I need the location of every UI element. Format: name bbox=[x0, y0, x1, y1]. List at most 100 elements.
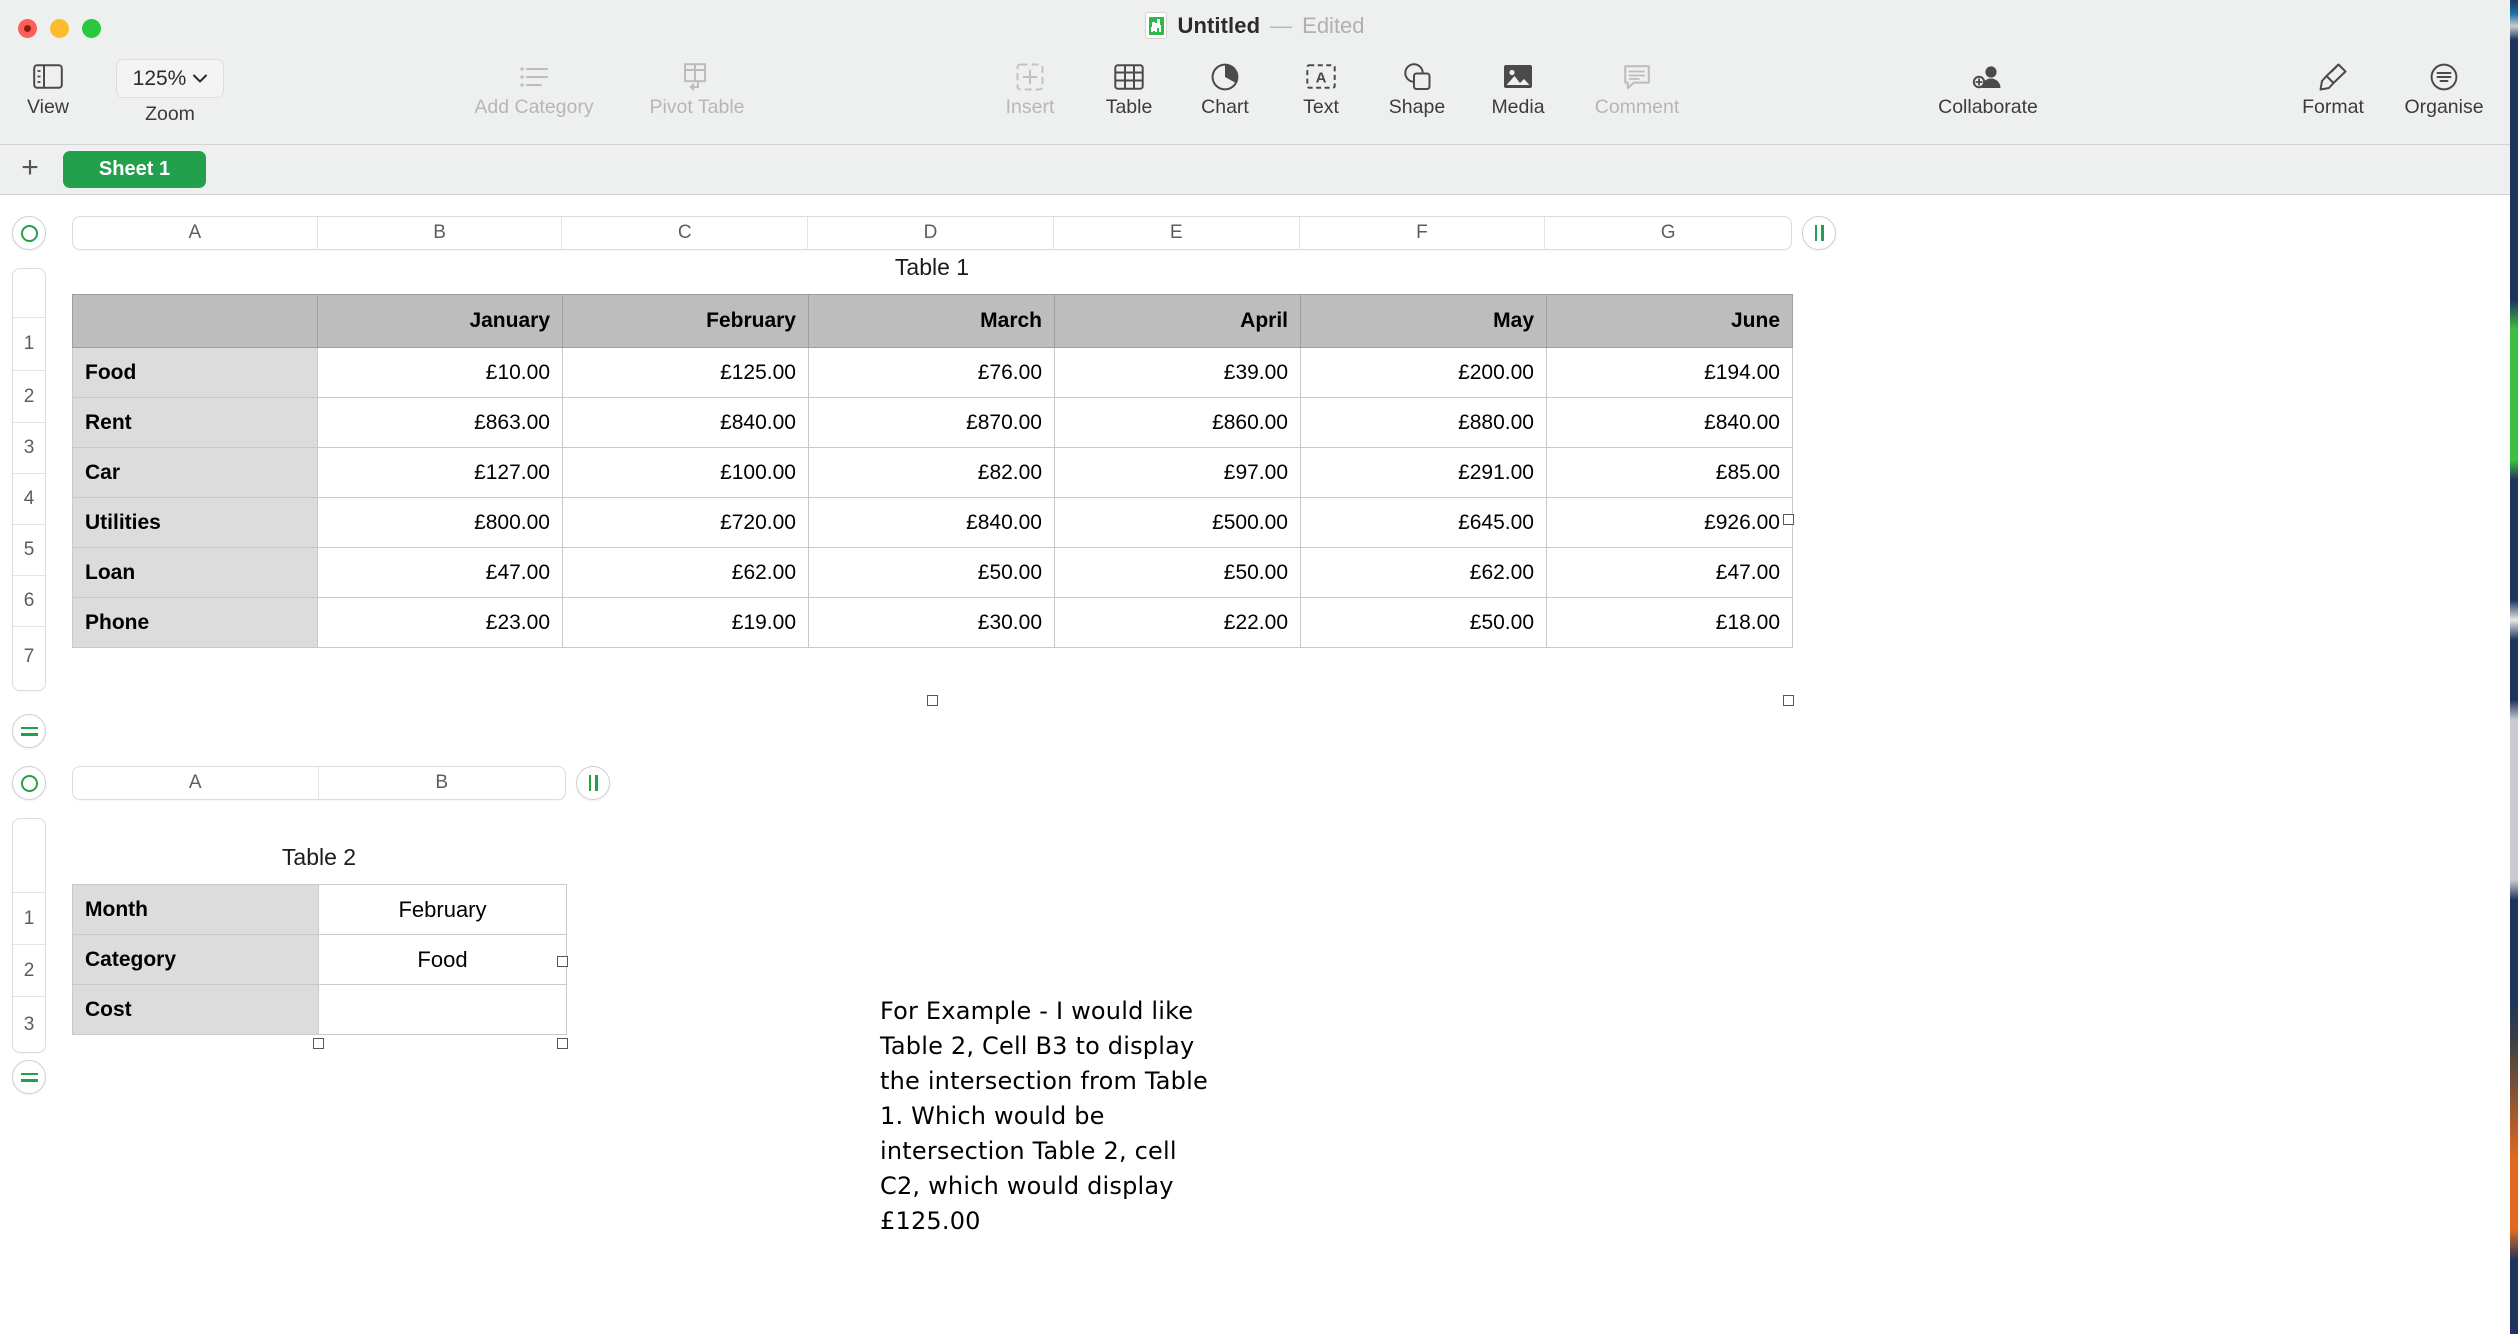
zoom-select[interactable]: 125% bbox=[116, 59, 224, 98]
table2-cell-b1[interactable]: February bbox=[318, 884, 567, 935]
table1-cell-b5[interactable]: £800.00 bbox=[317, 497, 563, 548]
table1-header-row[interactable]: January February March April May June bbox=[72, 294, 1793, 348]
table1-cell-d5[interactable]: £840.00 bbox=[808, 497, 1055, 548]
table1-title[interactable]: Table 1 bbox=[72, 254, 1792, 281]
table2-resize-handle-right[interactable] bbox=[557, 956, 568, 967]
table1-cell-b4[interactable]: £127.00 bbox=[317, 447, 563, 498]
table1-cell-f6[interactable]: £62.00 bbox=[1300, 547, 1547, 598]
table2[interactable]: Month February Category Food Cost bbox=[72, 884, 567, 1035]
row-header-4[interactable]: 4 bbox=[13, 474, 45, 525]
table1-cell-g4[interactable]: £85.00 bbox=[1546, 447, 1793, 498]
table2-cell-b2[interactable]: Food bbox=[318, 934, 567, 985]
row-header-7[interactable]: 7 bbox=[13, 627, 45, 687]
table1-cell-d7[interactable]: £30.00 bbox=[808, 597, 1055, 648]
table1-cell-e7[interactable]: £22.00 bbox=[1054, 597, 1301, 648]
table1-cell-e1[interactable]: April bbox=[1054, 294, 1301, 348]
table1-cell-g3[interactable]: £840.00 bbox=[1546, 397, 1793, 448]
table2-select-all-button[interactable] bbox=[12, 766, 46, 800]
table1-cell-a4[interactable]: Car bbox=[72, 447, 318, 498]
table2-column-header-a[interactable]: A bbox=[73, 767, 319, 799]
column-header-e[interactable]: E bbox=[1054, 217, 1300, 249]
table1-column-headers[interactable]: A B C D E F G bbox=[72, 216, 1792, 250]
table1-cell-d2[interactable]: £76.00 bbox=[808, 347, 1055, 398]
annotation-text-box[interactable]: For Example - I would like Table 2, Cell… bbox=[880, 994, 1210, 1239]
toolbar-view-button[interactable]: View bbox=[0, 56, 113, 118]
table-row[interactable]: Food £10.00 £125.00 £76.00 £39.00 £200.0… bbox=[72, 347, 1793, 398]
table1-row-headers[interactable]: 1 2 3 4 5 6 7 bbox=[12, 268, 46, 691]
table1-cell-d1[interactable]: March bbox=[808, 294, 1055, 348]
table1-cell-g6[interactable]: £47.00 bbox=[1546, 547, 1793, 598]
table-row[interactable]: Car £127.00 £100.00 £82.00 £97.00 £291.0… bbox=[72, 447, 1793, 498]
table1-cell-e3[interactable]: £860.00 bbox=[1054, 397, 1301, 448]
table2-row-header-2[interactable]: 2 bbox=[13, 945, 45, 997]
document-title[interactable]: Untitled — Edited bbox=[0, 12, 2510, 39]
table1-cell-a2[interactable]: Food bbox=[72, 347, 318, 398]
table2-cell-b3[interactable] bbox=[318, 984, 567, 1035]
table1-select-all-button[interactable] bbox=[12, 216, 46, 250]
table2-row-header-blank[interactable] bbox=[13, 819, 45, 893]
row-header-3[interactable]: 3 bbox=[13, 423, 45, 474]
table2-cell-a3[interactable]: Cost bbox=[72, 984, 319, 1035]
table1-cell-a1[interactable] bbox=[72, 294, 318, 348]
table-row[interactable]: Loan £47.00 £62.00 £50.00 £50.00 £62.00 … bbox=[72, 547, 1793, 598]
column-header-f[interactable]: F bbox=[1300, 217, 1546, 249]
table1-cell-e4[interactable]: £97.00 bbox=[1054, 447, 1301, 498]
table1-cell-a5[interactable]: Utilities bbox=[72, 497, 318, 548]
table1-add-column-button[interactable] bbox=[1802, 216, 1836, 250]
table2-column-headers[interactable]: A B bbox=[72, 766, 566, 800]
table1-cell-a6[interactable]: Loan bbox=[72, 547, 318, 598]
table1[interactable]: January February March April May June Fo… bbox=[72, 294, 1793, 648]
table2-add-row-button[interactable] bbox=[12, 1060, 46, 1094]
row-header-blank[interactable] bbox=[13, 269, 45, 318]
table2-cell-a1[interactable]: Month bbox=[72, 884, 319, 935]
table1-cell-e2[interactable]: £39.00 bbox=[1054, 347, 1301, 398]
table1-cell-b1[interactable]: January bbox=[317, 294, 563, 348]
table1-cell-g7[interactable]: £18.00 bbox=[1546, 597, 1793, 648]
table2-column-header-b[interactable]: B bbox=[319, 767, 566, 799]
table2-title[interactable]: Table 2 bbox=[72, 844, 566, 871]
column-header-d[interactable]: D bbox=[808, 217, 1054, 249]
row-header-5[interactable]: 5 bbox=[13, 525, 45, 576]
table1-add-row-button[interactable] bbox=[12, 714, 46, 748]
table2-resize-handle-bottom[interactable] bbox=[313, 1038, 324, 1049]
table1-cell-f5[interactable]: £645.00 bbox=[1300, 497, 1547, 548]
table-row[interactable]: Utilities £800.00 £720.00 £840.00 £500.0… bbox=[72, 497, 1793, 548]
row-header-1[interactable]: 1 bbox=[13, 318, 45, 371]
table2-row-header-3[interactable]: 3 bbox=[13, 997, 45, 1052]
table-row[interactable]: Category Food bbox=[72, 934, 567, 985]
table1-cell-b2[interactable]: £10.00 bbox=[317, 347, 563, 398]
table-row[interactable]: Rent £863.00 £840.00 £870.00 £860.00 £88… bbox=[72, 397, 1793, 448]
table1-cell-g2[interactable]: £194.00 bbox=[1546, 347, 1793, 398]
toolbar-organise-button[interactable]: Organise bbox=[2379, 56, 2509, 118]
table1-cell-g1[interactable]: June bbox=[1546, 294, 1793, 348]
table1-cell-g5[interactable]: £926.00 bbox=[1546, 497, 1793, 548]
table2-resize-handle-corner[interactable] bbox=[557, 1038, 568, 1049]
table1-resize-handle-corner[interactable] bbox=[1783, 695, 1794, 706]
table1-cell-d6[interactable]: £50.00 bbox=[808, 547, 1055, 598]
column-header-a[interactable]: A bbox=[73, 217, 318, 249]
table1-cell-f7[interactable]: £50.00 bbox=[1300, 597, 1547, 648]
column-header-c[interactable]: C bbox=[562, 217, 809, 249]
table1-cell-e6[interactable]: £50.00 bbox=[1054, 547, 1301, 598]
table1-cell-c3[interactable]: £840.00 bbox=[562, 397, 809, 448]
table1-cell-c7[interactable]: £19.00 bbox=[562, 597, 809, 648]
table1-cell-c1[interactable]: February bbox=[562, 294, 809, 348]
table2-row-headers[interactable]: 1 2 3 bbox=[12, 818, 46, 1053]
table1-cell-a3[interactable]: Rent bbox=[72, 397, 318, 448]
table-row[interactable]: Cost bbox=[72, 984, 567, 1035]
table1-cell-a7[interactable]: Phone bbox=[72, 597, 318, 648]
table1-cell-b7[interactable]: £23.00 bbox=[317, 597, 563, 648]
table1-cell-c2[interactable]: £125.00 bbox=[562, 347, 809, 398]
table1-cell-d3[interactable]: £870.00 bbox=[808, 397, 1055, 448]
table1-cell-f2[interactable]: £200.00 bbox=[1300, 347, 1547, 398]
table2-cell-a2[interactable]: Category bbox=[72, 934, 319, 985]
toolbar-media-button[interactable]: Media bbox=[1453, 56, 1583, 118]
table1-resize-handle-right[interactable] bbox=[1783, 514, 1794, 525]
table-row[interactable]: Phone £23.00 £19.00 £30.00 £22.00 £50.00… bbox=[72, 597, 1793, 648]
sheet-tab-sheet-1[interactable]: Sheet 1 bbox=[63, 151, 206, 188]
add-sheet-button[interactable]: + bbox=[0, 152, 60, 187]
column-header-g[interactable]: G bbox=[1545, 217, 1791, 249]
table1-cell-c5[interactable]: £720.00 bbox=[562, 497, 809, 548]
spreadsheet-canvas[interactable]: A B C D E F G 1 2 3 4 5 6 7 Table 1 Janu… bbox=[0, 196, 2510, 1334]
table1-cell-f4[interactable]: £291.00 bbox=[1300, 447, 1547, 498]
